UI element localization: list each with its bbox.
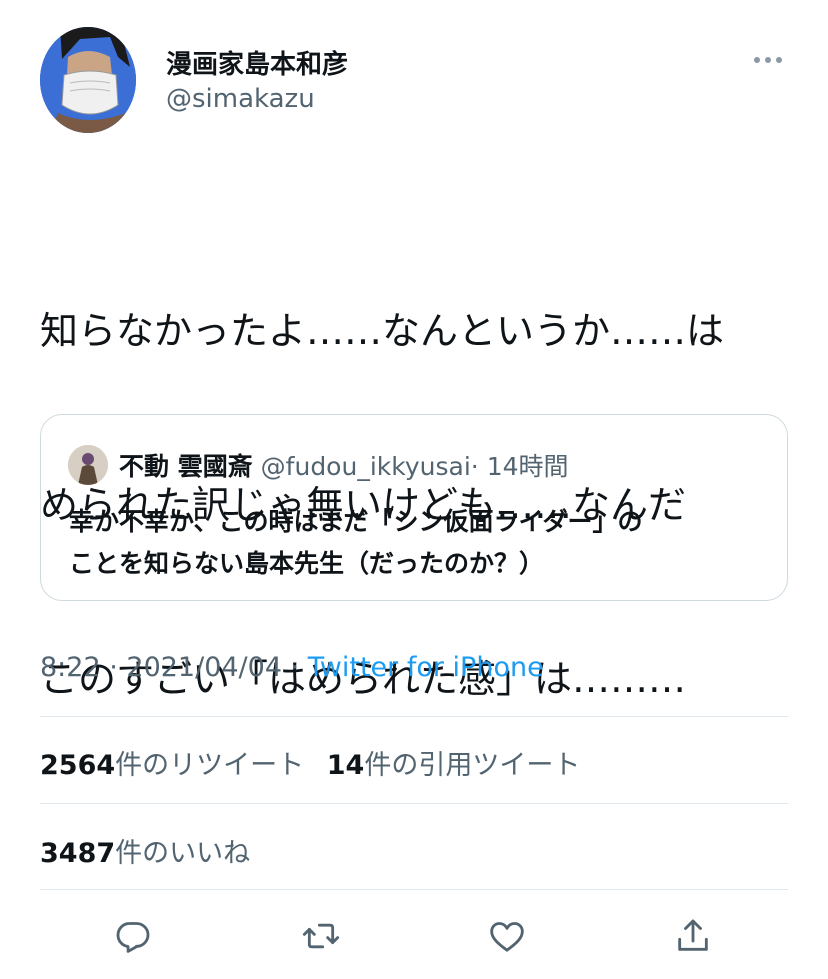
- reply-button[interactable]: [109, 912, 157, 960]
- share-icon: [678, 919, 708, 951]
- author-avatar[interactable]: [40, 27, 136, 133]
- quote-author-name: 不動 雲國斎: [119, 452, 253, 481]
- quote-text-line: ことを知らない島本先生（だったのか？）: [69, 549, 545, 578]
- retweets-count: 2564: [40, 750, 116, 781]
- quote-text: 幸か不幸か、この時はまだ「シン仮面ライダー」の ことを知らない島本先生（だったの…: [69, 501, 769, 585]
- reply-icon: [116, 922, 150, 953]
- quotes-count: 14: [326, 750, 365, 781]
- quotes-label: 件の引用ツイート: [364, 750, 581, 781]
- tweet-source-link[interactable]: Twitter for iPhone: [308, 652, 544, 683]
- retweets-label: 件のリツイート: [115, 750, 305, 781]
- share-button[interactable]: [669, 912, 717, 960]
- like-button[interactable]: [483, 912, 531, 960]
- meta-separator: ·: [100, 652, 127, 683]
- retweets-stat[interactable]: 2564件のリツイート: [40, 750, 304, 781]
- retweet-icon: [302, 923, 340, 949]
- divider: [40, 716, 788, 717]
- tweet-meta: 8:22 · 2021/04/04 · Twitter for iPhone: [40, 652, 544, 683]
- meta-separator: ·: [282, 652, 308, 683]
- quote-text-line: 幸か不幸か、この時はまだ「シン仮面ライダー」の: [69, 507, 643, 536]
- tweet-text-line: 知らなかったよ……なんというか……は: [40, 309, 725, 353]
- retweet-stats-row: 2564件のリツイート 14件の引用ツイート: [40, 743, 580, 782]
- likes-stat[interactable]: 3487件のいいね: [40, 838, 250, 869]
- more-icon[interactable]: [748, 48, 788, 72]
- quote-timestamp: 14時間: [486, 452, 569, 481]
- retweet-button[interactable]: [297, 912, 345, 960]
- author-handle[interactable]: @simakazu: [166, 84, 315, 114]
- quote-author-avatar: [68, 445, 108, 485]
- heart-icon: [490, 922, 524, 952]
- tweet-time: 8:22: [40, 652, 101, 683]
- author-name[interactable]: 漫画家島本和彦: [166, 44, 348, 81]
- quote-header: 不動 雲國斎 @fudou_ikkyusai· 14時間: [119, 447, 569, 483]
- quote-separator: ·: [470, 452, 479, 481]
- quotes-stat[interactable]: 14件の引用ツイート: [327, 750, 581, 781]
- quote-author-handle: @fudou_ikkyusai: [260, 452, 471, 481]
- quoted-tweet-card[interactable]: 不動 雲國斎 @fudou_ikkyusai· 14時間 幸か不幸か、この時はま…: [40, 414, 788, 601]
- divider: [40, 889, 788, 890]
- likes-label: 件のいいね: [115, 838, 251, 869]
- likes-count: 3487: [40, 838, 116, 869]
- tweet-date: 2021/04/04: [126, 652, 283, 683]
- divider: [40, 803, 788, 804]
- likes-stats-row: 3487件のいいね: [40, 831, 250, 870]
